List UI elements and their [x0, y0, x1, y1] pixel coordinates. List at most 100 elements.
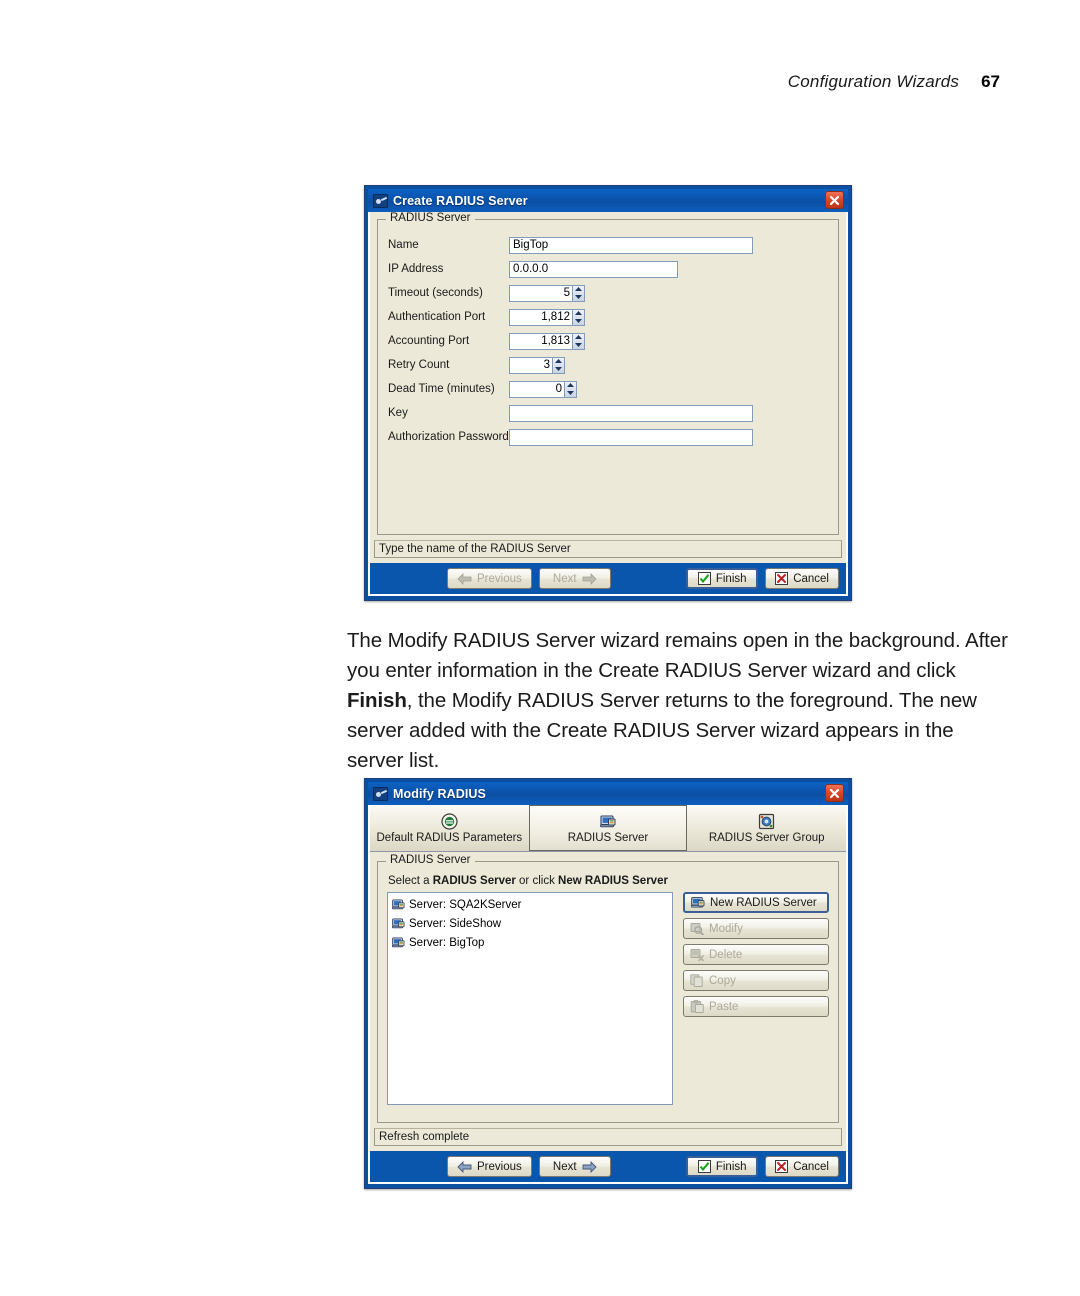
list-item[interactable]: Server: SideShow: [390, 914, 672, 933]
spin-up-icon[interactable]: [553, 358, 564, 366]
create-dialog-button-bar: Previous Next Finish Cancel: [370, 563, 846, 594]
previous-button[interactable]: Previous: [447, 1156, 532, 1177]
form-row-accounting-port: Accounting Port 1,813: [388, 330, 828, 352]
copy-button[interactable]: Copy: [683, 970, 829, 991]
delete-icon: [690, 948, 704, 961]
list-item-label: Server: SideShow: [409, 917, 502, 930]
modify-dialog-tabstrip: Default RADIUS Parameters RADIUS Server …: [370, 805, 846, 852]
label-dead-time: Dead Time (minutes): [388, 383, 495, 395]
form-row-retry-count: Retry Count 3: [388, 354, 828, 376]
form-row-authorization-password: Authorization Password: [388, 426, 828, 448]
close-icon[interactable]: [825, 784, 844, 802]
delete-button[interactable]: Delete: [683, 944, 829, 965]
body-paragraph: The Modify RADIUS Server wizard remains …: [347, 626, 1013, 776]
groupbox-title: RADIUS Server: [386, 854, 475, 866]
timeout-stepper[interactable]: 5: [509, 284, 585, 302]
cancel-button[interactable]: Cancel: [765, 1156, 839, 1177]
paste-button[interactable]: Paste: [683, 996, 829, 1017]
list-item-label: Server: SQA2KServer: [409, 898, 522, 911]
new-radius-server-button[interactable]: New RADIUS Server: [683, 892, 829, 913]
cancel-button-label: Cancel: [793, 1160, 829, 1173]
ip-address-input[interactable]: 0.0.0.0: [509, 260, 678, 278]
spin-down-icon[interactable]: [573, 317, 584, 325]
modify-dialog-titlebar[interactable]: Modify RADIUS: [368, 782, 848, 805]
timeout-input[interactable]: 5: [509, 284, 573, 302]
new-server-icon: [691, 896, 705, 909]
create-dialog-body: RADIUS Server Name BigTop IP Address 0.0…: [368, 212, 848, 596]
red-x-icon: [775, 572, 789, 585]
form-row-ip-address: IP Address 0.0.0.0: [388, 258, 828, 280]
arrow-right-icon: [582, 1160, 597, 1173]
arrow-left-icon: [457, 572, 472, 585]
retry-count-input[interactable]: 3: [509, 356, 553, 374]
tab-radius-server-group[interactable]: RADIUS Server Group: [687, 805, 846, 851]
modify-dialog-body: Default RADIUS Parameters RADIUS Server …: [368, 805, 848, 1184]
create-dialog-titlebar[interactable]: Create RADIUS Server: [368, 189, 848, 212]
finish-button[interactable]: Finish: [686, 568, 759, 589]
spin-up-icon[interactable]: [565, 382, 576, 390]
timeout-spin-buttons[interactable]: [573, 284, 585, 302]
create-dialog-content: RADIUS Server Name BigTop IP Address 0.0…: [370, 212, 846, 535]
spin-down-icon[interactable]: [573, 341, 584, 349]
accounting-port-input[interactable]: 1,813: [509, 332, 573, 350]
previous-button-label: Previous: [477, 1160, 522, 1173]
key-input[interactable]: [509, 404, 753, 422]
label-retry-count: Retry Count: [388, 359, 450, 371]
copy-icon: [690, 974, 704, 987]
authentication-port-spin-buttons[interactable]: [573, 308, 585, 326]
paste-button-label: Paste: [709, 1000, 739, 1013]
page-header: Configuration Wizards 67: [788, 72, 1000, 92]
form-row-dead-time: Dead Time (minutes) 0: [388, 378, 828, 400]
radius-server-icon: [373, 786, 388, 801]
authorization-password-input[interactable]: [509, 428, 753, 446]
accounting-port-stepper[interactable]: 1,813: [509, 332, 585, 350]
delete-button-label: Delete: [709, 948, 743, 961]
paragraph-part-1: The Modify RADIUS Server wizard remains …: [347, 629, 1008, 682]
form-row-authentication-port: Authentication Port 1,812: [388, 306, 828, 328]
list-item[interactable]: Server: SQA2KServer: [390, 895, 672, 914]
label-key: Key: [388, 407, 408, 419]
tab-radius-server-group-label: RADIUS Server Group: [708, 831, 825, 844]
spin-up-icon[interactable]: [573, 286, 584, 294]
spin-up-icon[interactable]: [573, 334, 584, 342]
next-button[interactable]: Next: [538, 568, 611, 589]
retry-count-spin-buttons[interactable]: [553, 356, 565, 374]
finish-button-label: Finish: [715, 1160, 747, 1173]
label-ip-address: IP Address: [388, 263, 444, 275]
hint-bold-new-radius-server: New RADIUS Server: [558, 875, 668, 887]
modify-dialog-status-text: Refresh complete: [379, 1131, 470, 1143]
spin-down-icon[interactable]: [565, 389, 576, 397]
dead-time-input[interactable]: 0: [509, 380, 565, 398]
cancel-button[interactable]: Cancel: [765, 568, 839, 589]
accounting-port-spin-buttons[interactable]: [573, 332, 585, 350]
authentication-port-input[interactable]: 1,812: [509, 308, 573, 326]
retry-count-stepper[interactable]: 3: [509, 356, 565, 374]
dead-time-stepper[interactable]: 0: [509, 380, 577, 398]
dead-time-spin-buttons[interactable]: [565, 380, 577, 398]
spin-down-icon[interactable]: [573, 293, 584, 301]
finish-button[interactable]: Finish: [686, 1156, 759, 1177]
green-check-icon: [697, 572, 711, 585]
previous-button[interactable]: Previous: [447, 568, 532, 589]
next-button-label: Next: [552, 572, 577, 585]
name-input[interactable]: BigTop: [509, 236, 753, 254]
tab-radius-server[interactable]: RADIUS Server: [528, 805, 688, 851]
create-dialog-status-text: Type the name of the RADIUS Server: [379, 543, 571, 555]
server-action-buttons: New RADIUS Server Modify Delete Copy Pas…: [683, 892, 829, 1017]
selection-hint: Select a RADIUS Server or click New RADI…: [388, 875, 829, 887]
paragraph-part-2: , the Modify RADIUS Server returns to th…: [347, 689, 977, 772]
authentication-port-stepper[interactable]: 1,812: [509, 308, 585, 326]
spin-up-icon[interactable]: [573, 310, 584, 318]
modify-dialog-title: Modify RADIUS: [393, 786, 486, 801]
default-parameters-icon: [441, 812, 458, 830]
tab-default-radius-parameters[interactable]: Default RADIUS Parameters: [370, 805, 529, 851]
spin-down-icon[interactable]: [553, 365, 564, 373]
server-list[interactable]: Server: SQA2KServer Server: SideShow Ser…: [387, 892, 673, 1105]
list-item[interactable]: Server: BigTop: [390, 933, 672, 952]
create-dialog-status-bar: Type the name of the RADIUS Server: [374, 540, 842, 558]
modify-button[interactable]: Modify: [683, 918, 829, 939]
close-icon[interactable]: [825, 191, 844, 209]
server-icon: [391, 917, 405, 930]
next-button[interactable]: Next: [538, 1156, 611, 1177]
copy-button-label: Copy: [709, 974, 736, 987]
